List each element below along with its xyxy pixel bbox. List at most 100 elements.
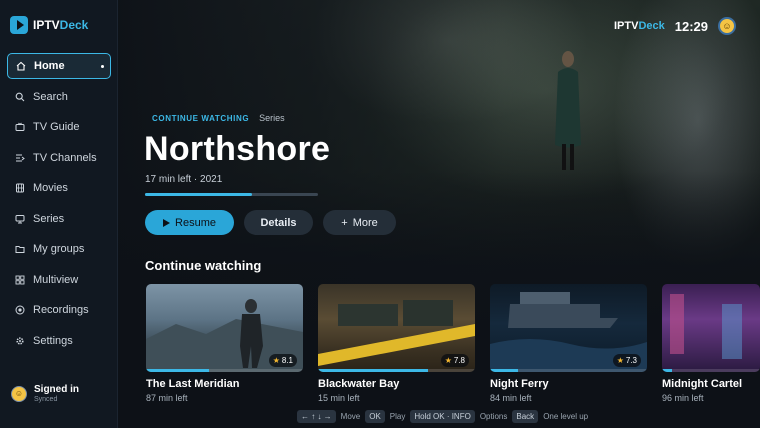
card-title: Night Ferry [490,378,549,390]
card-subtitle: 15 min left [318,393,360,403]
sidebar: IPTVDeck Home Search TV Guide TV Channel… [0,0,118,428]
sidebar-item-home[interactable]: Home [7,53,111,79]
card-thumbnail: ★ 7.3 [490,284,647,372]
hero-meta: 17 min left · 2021 [145,174,223,185]
home-icon [16,61,26,71]
hero-progress-bar [145,193,318,196]
gear-icon [15,336,25,346]
rating-badge: ★ 7.8 [440,354,469,367]
film-icon [15,183,25,193]
star-icon: ★ [616,356,624,365]
sidebar-item-recordings[interactable]: Recordings [7,297,111,323]
sidebar-item-label: Series [33,212,65,225]
sidebar-item-my-groups[interactable]: My groups [7,236,111,262]
hold-ok-key-hint: Hold OK · INFO [410,410,475,423]
top-bar: IPTVDeck 12:29 ☺ [614,17,736,35]
sidebar-item-search[interactable]: Search [7,84,111,110]
card-progress-fill [662,369,672,372]
card-progress-fill [146,369,209,372]
card-progress-bar [318,369,475,372]
clock: 12:29 [674,18,708,34]
key-hints: ← ↑ ↓ → Move OK Play Hold OK · INFO Opti… [297,410,588,423]
continue-watching-row: ★ 8.1 The Last Meridian 87 min left ★ 7.8 … [146,284,760,409]
hero-eyebrow-label: CONTINUE WATCHING [152,113,250,123]
play-icon [163,218,171,227]
card-thumbnail [662,284,760,372]
profile-avatar[interactable]: ☺ [718,17,736,35]
hero-actions: Resume Details + More [145,210,396,235]
plus-icon: + [341,216,348,229]
card-subtitle: 87 min left [146,393,188,403]
tv-icon [15,122,25,132]
active-dot-icon [101,65,104,68]
sidebar-item-label: Multiview [33,273,79,286]
arrow-keys-hint: ← ↑ ↓ → [297,410,336,423]
sidebar-item-tv-channels[interactable]: TV Channels [7,145,111,171]
sidebar-item-movies[interactable]: Movies [7,175,111,201]
thumb-art-city [670,294,742,359]
card-title: Blackwater Bay [318,378,400,390]
resume-label: Resume [175,216,216,229]
hint-label: Options [479,412,508,421]
resume-button[interactable]: Resume [145,210,234,235]
avatar: ☺ [11,385,27,402]
rating-badge: ★ 8.1 [268,354,297,367]
hint-label: Play [389,412,406,421]
hint-label: One level up [543,412,589,421]
channels-icon [15,153,25,163]
app-root: IPTVDeck Home Search TV Guide TV Channel… [0,0,760,428]
sidebar-item-settings[interactable]: Settings [7,328,111,354]
top-brand: IPTVDeck [614,20,665,32]
content-card[interactable]: ★ 8.1 The Last Meridian 87 min left [146,284,303,403]
sidebar-item-label: Home [34,60,65,72]
card-progress-bar [146,369,303,372]
hero-title: Northshore [144,130,331,168]
hero-progress-fill [145,193,253,196]
series-icon [15,214,25,224]
account-status[interactable]: ☺ Signed in Synced [11,384,79,403]
search-icon [15,92,25,102]
account-subtitle: Synced [34,396,58,403]
back-key-hint: Back [512,410,539,423]
hint-label: Move [340,412,361,421]
sidebar-item-series[interactable]: Series [7,206,111,232]
card-progress-bar [490,369,647,372]
folder-icon [15,244,25,254]
sidebar-item-multiview[interactable]: Multiview [7,267,111,293]
card-subtitle: 96 min left [662,393,704,403]
card-progress-bar [662,369,760,372]
card-title: Midnight Cartel [662,378,743,390]
more-label: More [352,216,378,229]
account-title: Signed in [34,384,79,395]
card-progress-fill [490,369,519,372]
content-card[interactable]: ★ 7.3 Night Ferry 84 min left [490,284,647,403]
content-card[interactable]: ★ 7.8 Blackwater Bay 15 min left [318,284,475,403]
sidebar-item-label: TV Guide [33,121,80,133]
section-title: Continue watching [145,258,262,273]
sidebar-item-label: Movies [33,182,68,194]
sidebar-item-label: Recordings [33,304,89,316]
card-thumbnail: ★ 7.8 [318,284,475,372]
content-card[interactable]: Midnight Cartel 96 min left [662,284,760,403]
sidebar-item-label: Settings [33,334,73,347]
rating-badge: ★ 7.3 [612,354,641,367]
more-button[interactable]: + More [323,210,396,235]
hero-kind: Series [259,113,285,123]
sidebar-item-label: My groups [33,243,85,255]
card-progress-fill [318,369,428,372]
sidebar-item-label: Search [33,90,68,103]
hero-eyebrow: CONTINUE WATCHING Series [152,113,285,123]
record-icon [15,305,25,315]
details-label: Details [260,216,297,229]
sidebar-item-tv-guide[interactable]: TV Guide [7,114,111,140]
brand-name: IPTVDeck [33,18,89,32]
card-subtitle: 84 min left [490,393,532,403]
card-thumbnail: ★ 8.1 [146,284,303,372]
play-logo-icon [10,16,28,34]
star-icon: ★ [272,356,280,365]
ok-key-hint: OK [365,410,385,423]
brand[interactable]: IPTVDeck [10,16,88,34]
sidebar-item-label: TV Channels [33,151,97,164]
details-button[interactable]: Details [244,210,313,235]
star-icon: ★ [444,356,452,365]
